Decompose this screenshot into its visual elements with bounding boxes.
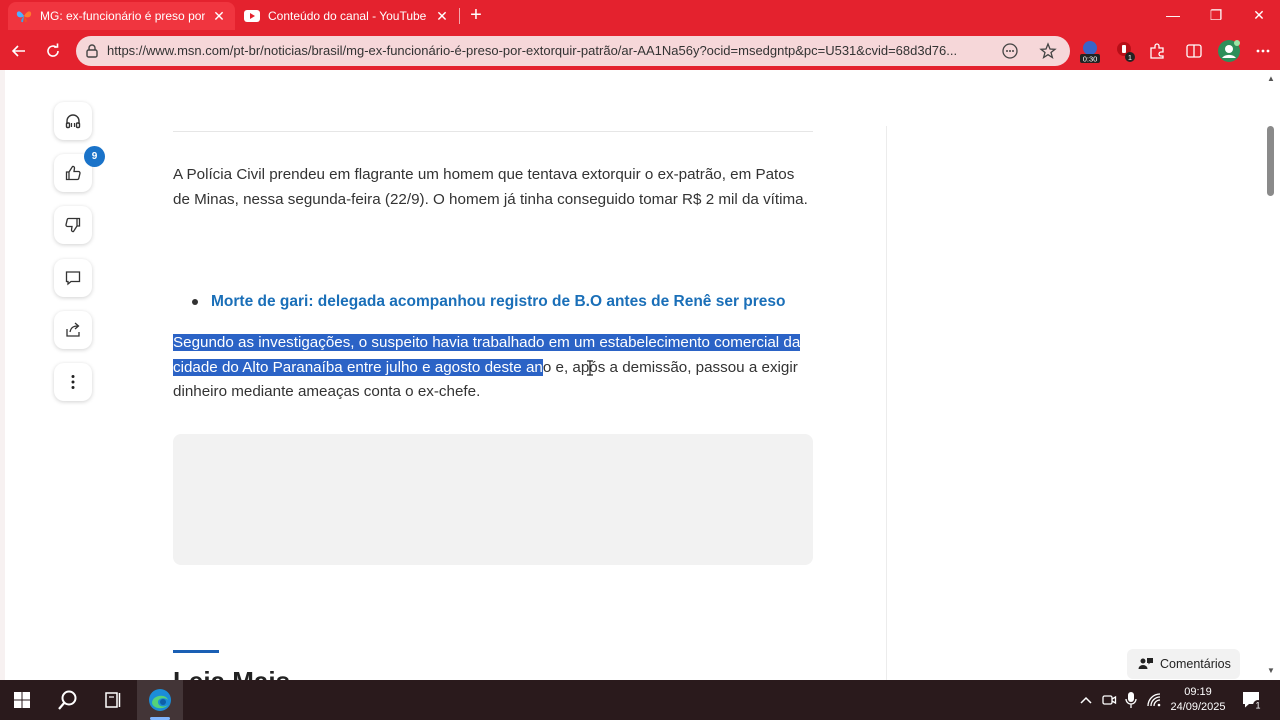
comment-button[interactable] [54,259,92,297]
microphone-icon[interactable] [1119,688,1143,712]
edge-browser-icon[interactable] [147,688,173,712]
article-paragraph-selected: Segundo as investigações, o suspeito hav… [173,331,813,405]
msn-butterfly-icon [16,8,32,24]
tab-strip: MG: ex-funcionário é preso por e ✕ Conte… [0,0,1280,32]
restore-button[interactable]: ❐ [1202,4,1230,26]
tab-msn-article[interactable]: MG: ex-funcionário é preso por e ✕ [8,2,235,30]
svg-text:0:30: 0:30 [1083,55,1098,64]
tab-youtube-studio[interactable]: Conteúdo do canal - YouTube Stu ✕ [236,2,458,30]
windows-start-icon[interactable] [9,688,35,712]
listen-button[interactable] [54,102,92,140]
section-accent-bar [173,650,219,653]
more-menu-icon[interactable] [1252,40,1274,62]
share-button[interactable] [54,311,92,349]
close-tab-icon[interactable]: ✕ [434,8,450,24]
related-link[interactable]: Morte de gari: delegada acompanhou regis… [192,293,786,311]
svg-text:1: 1 [1128,53,1132,62]
scrollbar-thumb[interactable] [1267,126,1274,196]
new-tab-button[interactable]: + [466,4,486,26]
thumbs-down-icon [65,217,81,233]
back-arrow-icon[interactable] [8,40,30,62]
comments-label: Comentários [1160,657,1231,671]
scroll-down-icon[interactable]: ▼ [1266,666,1276,675]
thumbs-up-icon [65,165,81,181]
web-page: 9 A Polícia Civil prendeu em flagrante u… [0,70,1280,680]
headphones-icon [65,114,81,129]
clock-time: 09:19 [1184,686,1212,698]
tab-title: Conteúdo do canal - YouTube Stu [268,9,428,23]
site-info-icon[interactable] [84,43,100,59]
svg-text:1: 1 [1255,701,1260,711]
favorite-star-icon[interactable] [1038,41,1058,61]
split-screen-icon[interactable] [1183,40,1205,62]
show-hidden-icons-chevron-icon[interactable] [1074,688,1098,712]
refresh-icon[interactable] [42,40,64,62]
windows-taskbar: 09:19 24/09/2025 1 [0,680,1280,720]
more-options-dots-icon[interactable] [1000,41,1020,61]
url-text[interactable]: https://www.msn.com/pt-br/noticias/brasi… [107,43,997,58]
network-icon[interactable] [1143,688,1167,712]
tab-separator [459,8,460,24]
comment-bubble-icon [65,271,81,286]
share-icon [66,322,80,337]
close-window-button[interactable]: ✕ [1245,4,1273,26]
address-bar[interactable]: https://www.msn.com/pt-br/noticias/brasi… [76,36,1070,66]
dislike-button[interactable] [54,206,92,244]
extension-timer-icon[interactable]: 0:30 [1078,40,1102,64]
related-link-text[interactable]: Morte de gari: delegada acompanhou regis… [211,293,786,311]
section-heading: Leia Mais [173,666,290,680]
youtube-icon [244,8,260,24]
ad-placeholder [173,434,813,565]
minimize-button[interactable]: — [1159,4,1187,26]
text-cursor-icon [586,360,594,376]
more-actions-button[interactable] [54,363,92,401]
article-paragraph: A Polícia Civil prendeu em flagrante um … [173,166,808,208]
tab-title: MG: ex-funcionário é preso por e [40,9,205,23]
browser-chrome: MG: ex-funcionário é preso por e ✕ Conte… [0,0,1280,70]
task-view-icon[interactable] [100,688,126,712]
divider [173,131,813,132]
vertical-dots-icon [71,375,75,389]
scroll-up-icon[interactable]: ▲ [1266,74,1276,83]
close-tab-icon[interactable]: ✕ [211,8,227,24]
notification-center-icon[interactable]: 1 [1238,688,1266,712]
taskbar-clock[interactable]: 09:19 24/09/2025 [1168,685,1228,715]
bullet-icon [192,299,198,305]
like-count-badge: 9 [84,146,105,167]
profile-avatar[interactable] [1216,40,1242,62]
search-icon[interactable] [55,688,81,712]
extension-blocker-icon[interactable]: 1 [1113,40,1137,62]
column-divider [886,126,887,680]
clock-date: 24/09/2025 [1170,701,1226,713]
comments-button[interactable]: Comentários [1127,649,1240,679]
extensions-puzzle-icon[interactable] [1146,40,1168,62]
meet-now-icon[interactable] [1097,688,1121,712]
browser-toolbar: https://www.msn.com/pt-br/noticias/brasi… [0,32,1280,70]
scrollbar[interactable]: ▲ ▼ [1262,70,1280,680]
comments-people-icon [1138,658,1153,669]
